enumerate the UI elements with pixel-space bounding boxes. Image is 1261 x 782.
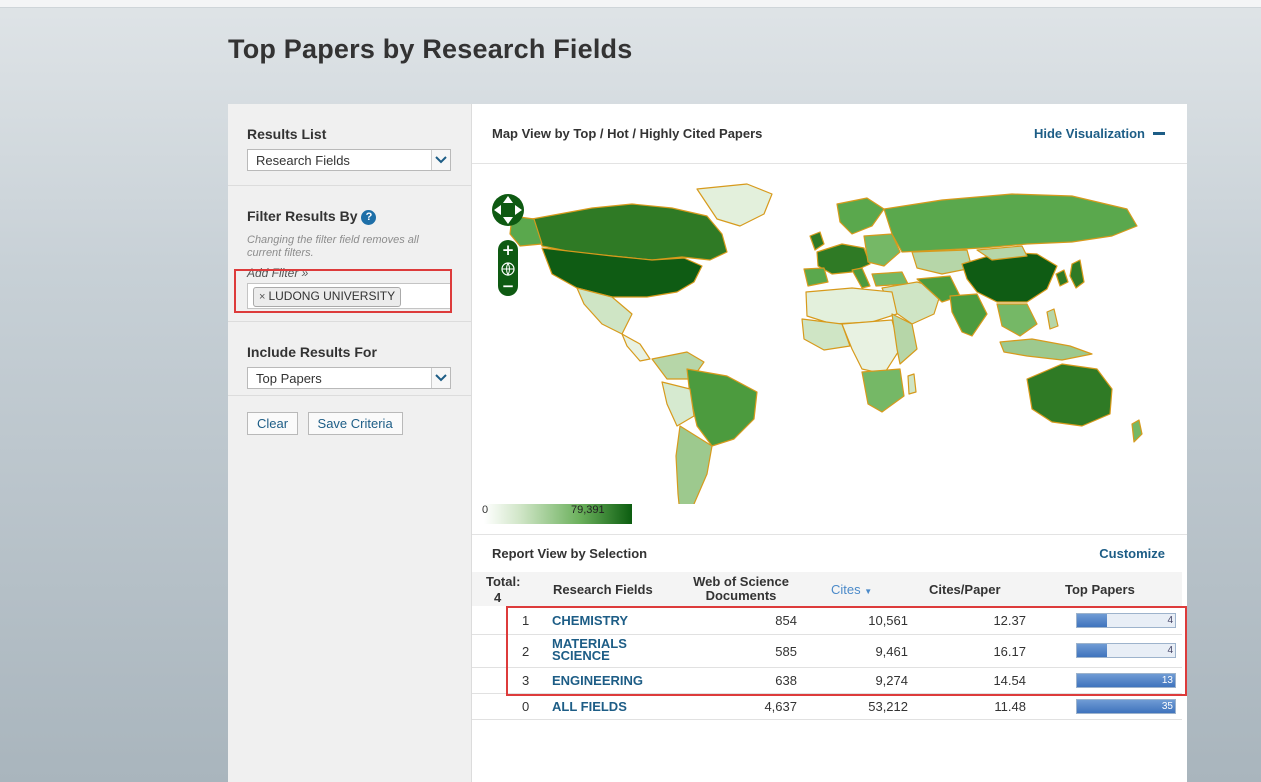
sort-desc-icon: ▼: [864, 587, 873, 596]
table-row-total[interactable]: 0 ALL FIELDS 4,637 53,212 11.48 35: [472, 694, 1182, 720]
zoom-in-icon[interactable]: [498, 240, 518, 260]
results-list-heading: Results List: [247, 126, 327, 142]
legend-max-label: 79,391: [571, 504, 605, 516]
header-cites-label: Cites: [831, 582, 861, 597]
include-heading: Include Results For: [247, 344, 377, 360]
include-selected: Top Papers: [256, 371, 322, 386]
globe-icon[interactable]: [498, 260, 518, 278]
legend-min-label: 0: [482, 504, 489, 516]
filter-hint: Changing the filter field removes all cu…: [247, 234, 419, 259]
map-legend-gradient: [484, 504, 632, 524]
divider: [472, 534, 1187, 535]
map-region-madagascar: [907, 373, 917, 395]
header-cites-per-paper[interactable]: Cites/Paper: [929, 583, 1001, 597]
header-wos-documents[interactable]: Web of Science Documents: [679, 575, 803, 603]
include-select[interactable]: Top Papers: [247, 367, 451, 389]
map-region-india: [949, 293, 988, 337]
bar-value: 35: [1161, 701, 1173, 712]
map-view-title: Map View by Top / Hot / Highly Cited Pap…: [492, 126, 763, 141]
map-region-brazil: [686, 368, 758, 447]
map-region-southeast-asia: [996, 303, 1038, 337]
map-region-peru: [661, 381, 695, 427]
map-region-scandinavia: [836, 197, 885, 235]
include-section: Include Results For Top Papers: [228, 322, 471, 396]
hide-visualization-label: Hide Visualization: [1033, 126, 1145, 141]
report-view-title: Report View by Selection: [492, 546, 648, 561]
wos-count: 4,637: [764, 699, 797, 714]
zoom-out-icon[interactable]: [498, 278, 518, 296]
map-region-russia: [883, 193, 1138, 253]
chevron-down-icon[interactable]: [431, 150, 450, 170]
highlight-box-rows: [506, 606, 1187, 696]
clear-button[interactable]: Clear: [247, 412, 299, 435]
hide-visualization-link[interactable]: Hide Visualization: [1034, 126, 1165, 141]
minus-icon: [1153, 132, 1165, 135]
field-link[interactable]: ALL FIELDS: [552, 700, 627, 713]
map-region-kazakhstan: [911, 249, 973, 275]
map-region-japan: [1069, 259, 1085, 289]
chevron-down-icon[interactable]: [431, 368, 450, 388]
filter-heading-label: Filter Results By: [247, 208, 358, 224]
map-region-new-zealand: [1131, 419, 1143, 443]
map-region-iberia: [803, 267, 829, 287]
page-title: Top Papers by Research Fields: [228, 34, 633, 64]
map-region-central-africa: [841, 319, 901, 375]
row-rank: 0: [522, 699, 530, 714]
world-map[interactable]: + −: [472, 164, 1187, 504]
customize-link[interactable]: Customize: [1099, 546, 1165, 561]
top-bar: [0, 0, 1261, 8]
header-top-papers[interactable]: Top Papers: [1065, 583, 1135, 597]
cites-per-paper: 11.48: [994, 699, 1026, 714]
map-region-italy: [851, 267, 871, 289]
header-research-fields[interactable]: Research Fields: [553, 583, 653, 597]
total-label: Total:: [486, 574, 521, 589]
map-region-uk: [809, 231, 825, 251]
header-cites[interactable]: Cites ▼: [831, 583, 872, 599]
map-region-korea: [1055, 269, 1069, 287]
map-region-north-africa: [805, 287, 898, 325]
highlight-box-filter: [234, 269, 452, 313]
results-list-selected: Research Fields: [256, 153, 350, 168]
total-value: 4: [494, 590, 502, 605]
map-region-australia: [1026, 363, 1113, 427]
map-region-central-america: [621, 333, 651, 362]
table-header: Total: 4 Research Fields Web of Science …: [472, 572, 1182, 606]
left-panel: Results List Research Fields Filter Resu…: [228, 104, 472, 782]
map-region-philippines: [1046, 308, 1059, 330]
results-list-select[interactable]: Research Fields: [247, 149, 451, 171]
cites-count: 53,212: [868, 699, 908, 714]
filter-heading: Filter Results By?: [247, 208, 452, 225]
map-region-indonesia: [999, 338, 1093, 361]
map-region-southern-africa: [861, 368, 905, 413]
bar-fill: [1077, 700, 1175, 713]
results-list-section: Results List Research Fields: [228, 104, 471, 186]
button-row: Clear Save Criteria: [228, 396, 471, 451]
top-papers-bar: 35: [1076, 699, 1176, 714]
help-icon[interactable]: ?: [361, 210, 377, 225]
pan-control-icon[interactable]: [490, 184, 526, 220]
save-criteria-button[interactable]: Save Criteria: [307, 412, 403, 435]
